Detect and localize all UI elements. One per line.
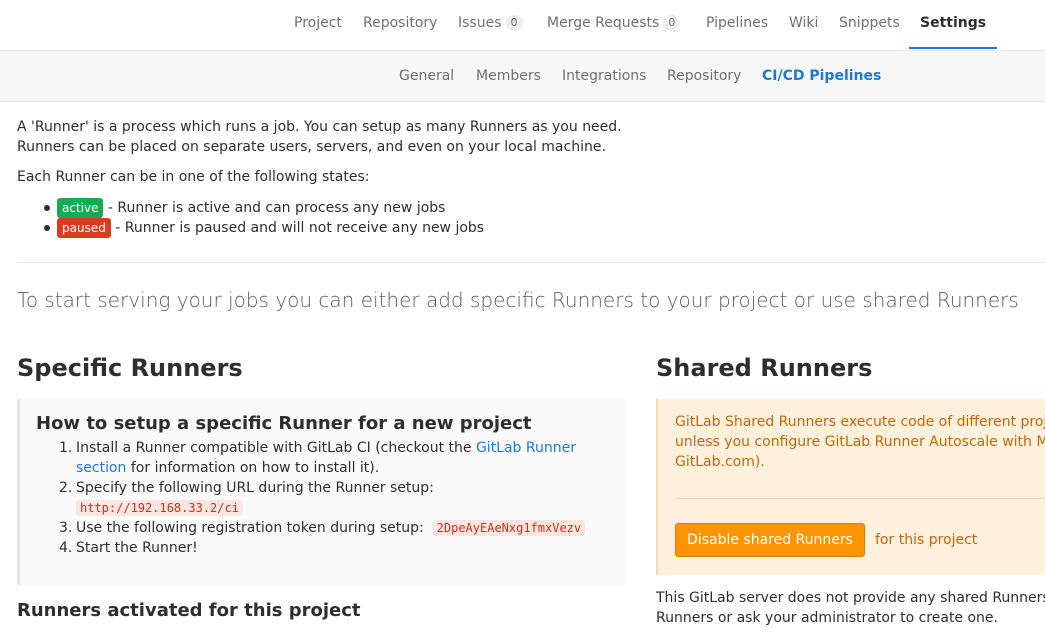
divider	[17, 262, 1045, 263]
state-active-text: - Runner is active and can process any n…	[103, 200, 446, 216]
issues-count-badge: 0	[505, 15, 523, 31]
bullet	[44, 225, 50, 231]
project-nav: Project Repository Issues 0 Merge Request…	[0, 0, 1045, 51]
setup-instructions-title: How to setup a specific Runner for a new…	[36, 413, 532, 434]
runner-url: http://192.168.33.2/ci	[76, 500, 243, 516]
merge-requests-count-badge: 0	[663, 15, 681, 31]
step-1-line-1: Install a Runner compatible with GitLab …	[76, 440, 576, 456]
nav-merge-requests[interactable]: Merge Requests 0	[547, 0, 681, 50]
shared-runners-warning: GitLab Shared Runners execute code of di…	[656, 399, 1045, 575]
gitlab-runner-section-link[interactable]: section	[76, 460, 126, 476]
warning-divider	[675, 498, 1045, 499]
step-4-text: Start the Runner!	[76, 540, 198, 556]
state-paused-item: paused - Runner is paused and will not r…	[57, 218, 484, 238]
step-1-text-after: for information on how to install it).	[126, 460, 380, 476]
active-tab-indicator	[909, 47, 997, 49]
nav-pipelines[interactable]: Pipelines	[706, 0, 768, 50]
state-active-item: active - Runner is active and can proces…	[57, 198, 445, 218]
subnav-general[interactable]: General	[399, 51, 454, 101]
for-this-project-text: for this project	[875, 532, 978, 548]
lead-text: To start serving your jobs you can eithe…	[17, 288, 1019, 312]
step-number-4: 4.	[59, 540, 73, 556]
step-2-text: Specify the following URL during the Run…	[76, 480, 434, 496]
settings-subnav: General Members Integrations Repository …	[0, 51, 1045, 102]
step-number-1: 1.	[59, 440, 73, 456]
step-1-line-2: section for information on how to instal…	[76, 460, 379, 476]
step-number-3: 3.	[59, 520, 73, 536]
nav-issues[interactable]: Issues 0	[458, 0, 523, 50]
warning-line-3: GitLab.com).	[675, 454, 765, 470]
warning-line-2: unless you configure GitLab Runner Autos…	[675, 434, 1045, 450]
nav-repository[interactable]: Repository	[363, 0, 437, 50]
step-1-text: Install a Runner compatible with GitLab …	[76, 440, 476, 456]
subnav-integrations[interactable]: Integrations	[562, 51, 646, 101]
step-3-text: Use the following registration token dur…	[76, 520, 424, 536]
runners-activated-title: Runners activated for this project	[17, 600, 361, 621]
subnav-repository[interactable]: Repository	[667, 51, 741, 101]
step-number-2: 2.	[59, 480, 73, 496]
shared-runners-title: Shared Runners	[656, 354, 873, 382]
intro-line-2: Runners can be placed on separate users,…	[17, 139, 606, 155]
specific-runners-title: Specific Runners	[17, 354, 243, 382]
shared-note-line-1: This GitLab server does not provide any …	[656, 590, 1045, 606]
bullet	[44, 205, 50, 211]
nav-settings[interactable]: Settings	[920, 0, 986, 50]
subnav-ci-cd-pipelines[interactable]: CI/CD Pipelines	[762, 51, 881, 101]
shared-runners-note: This GitLab server does not provide any …	[656, 588, 1045, 638]
paused-label: paused	[57, 218, 111, 238]
disable-shared-runners-button[interactable]: Disable shared Runners	[675, 523, 865, 557]
shared-note-line-2: Runners or ask your administrator to cre…	[656, 610, 998, 626]
nav-snippets[interactable]: Snippets	[839, 0, 900, 50]
runner-url-code: http://192.168.33.2/ci	[76, 500, 243, 516]
nav-issues-label: Issues	[458, 15, 502, 31]
nav-merge-requests-label: Merge Requests	[547, 15, 660, 31]
nav-project[interactable]: Project	[294, 0, 342, 50]
state-paused-text: - Runner is paused and will not receive …	[110, 220, 485, 236]
states-intro: Each Runner can be in one of the followi…	[17, 169, 370, 185]
intro-line-1: A 'Runner' is a process which runs a job…	[17, 119, 622, 135]
subnav-members[interactable]: Members	[476, 51, 541, 101]
active-label: active	[57, 198, 104, 218]
warning-line-1: GitLab Shared Runners execute code of di…	[675, 414, 1045, 430]
registration-token-code: 2DpeAyEAeNxg1fmxVezv	[432, 520, 586, 536]
nav-wiki[interactable]: Wiki	[789, 0, 818, 50]
step-3-line: Use the following registration token dur…	[76, 520, 586, 536]
gitlab-runner-link[interactable]: GitLab Runner	[476, 440, 576, 456]
